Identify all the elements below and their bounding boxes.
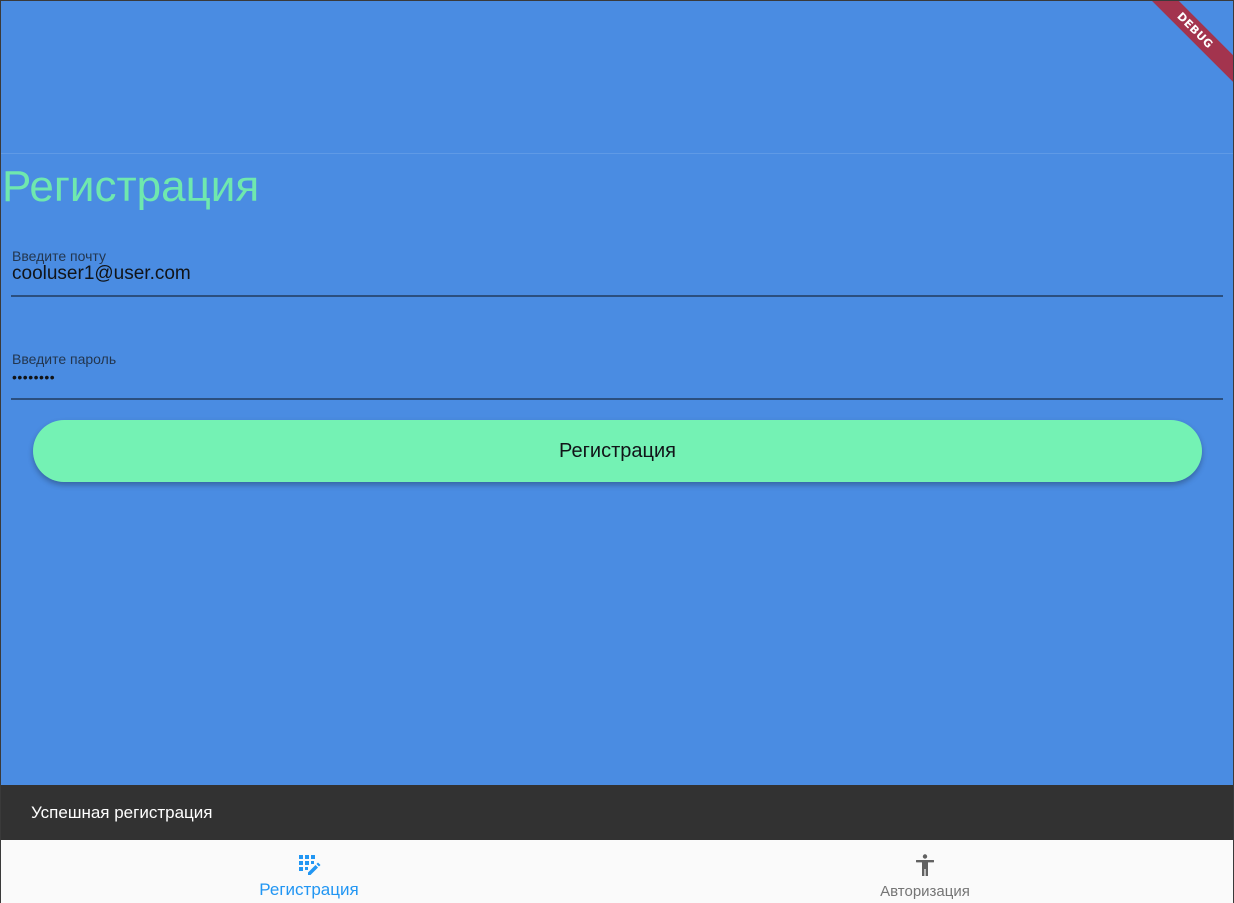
app-bar <box>1 1 1233 154</box>
nav-item-registration[interactable]: Регистрация <box>1 840 617 903</box>
snackbar: Успешная регистрация <box>1 785 1233 840</box>
nav-item-registration-label: Регистрация <box>259 880 359 899</box>
accessibility-icon <box>916 854 934 876</box>
password-field[interactable]: Введите пароль •••••••• <box>11 347 1223 400</box>
password-field-label: Введите пароль <box>12 351 117 367</box>
nav-item-authorization[interactable]: Авторизация <box>617 840 1233 903</box>
register-button[interactable]: Регистрация <box>33 420 1202 482</box>
page-title: Регистрация <box>2 162 260 211</box>
app-registration-icon <box>299 855 321 875</box>
app-window: DEBUG Регистрация Введите почту cooluser… <box>0 0 1234 903</box>
snackbar-message: Успешная регистрация <box>31 803 213 822</box>
password-field-value[interactable]: •••••••• <box>12 369 55 385</box>
email-field-label: Введите почту <box>12 248 106 264</box>
bottom-navigation-bar: Регистрация Авторизация <box>1 840 1233 903</box>
nav-item-authorization-label: Авторизация <box>880 883 970 900</box>
email-field[interactable]: Введите почту cooluser1@user.com <box>11 244 1223 297</box>
email-field-value[interactable]: cooluser1@user.com <box>12 263 191 285</box>
